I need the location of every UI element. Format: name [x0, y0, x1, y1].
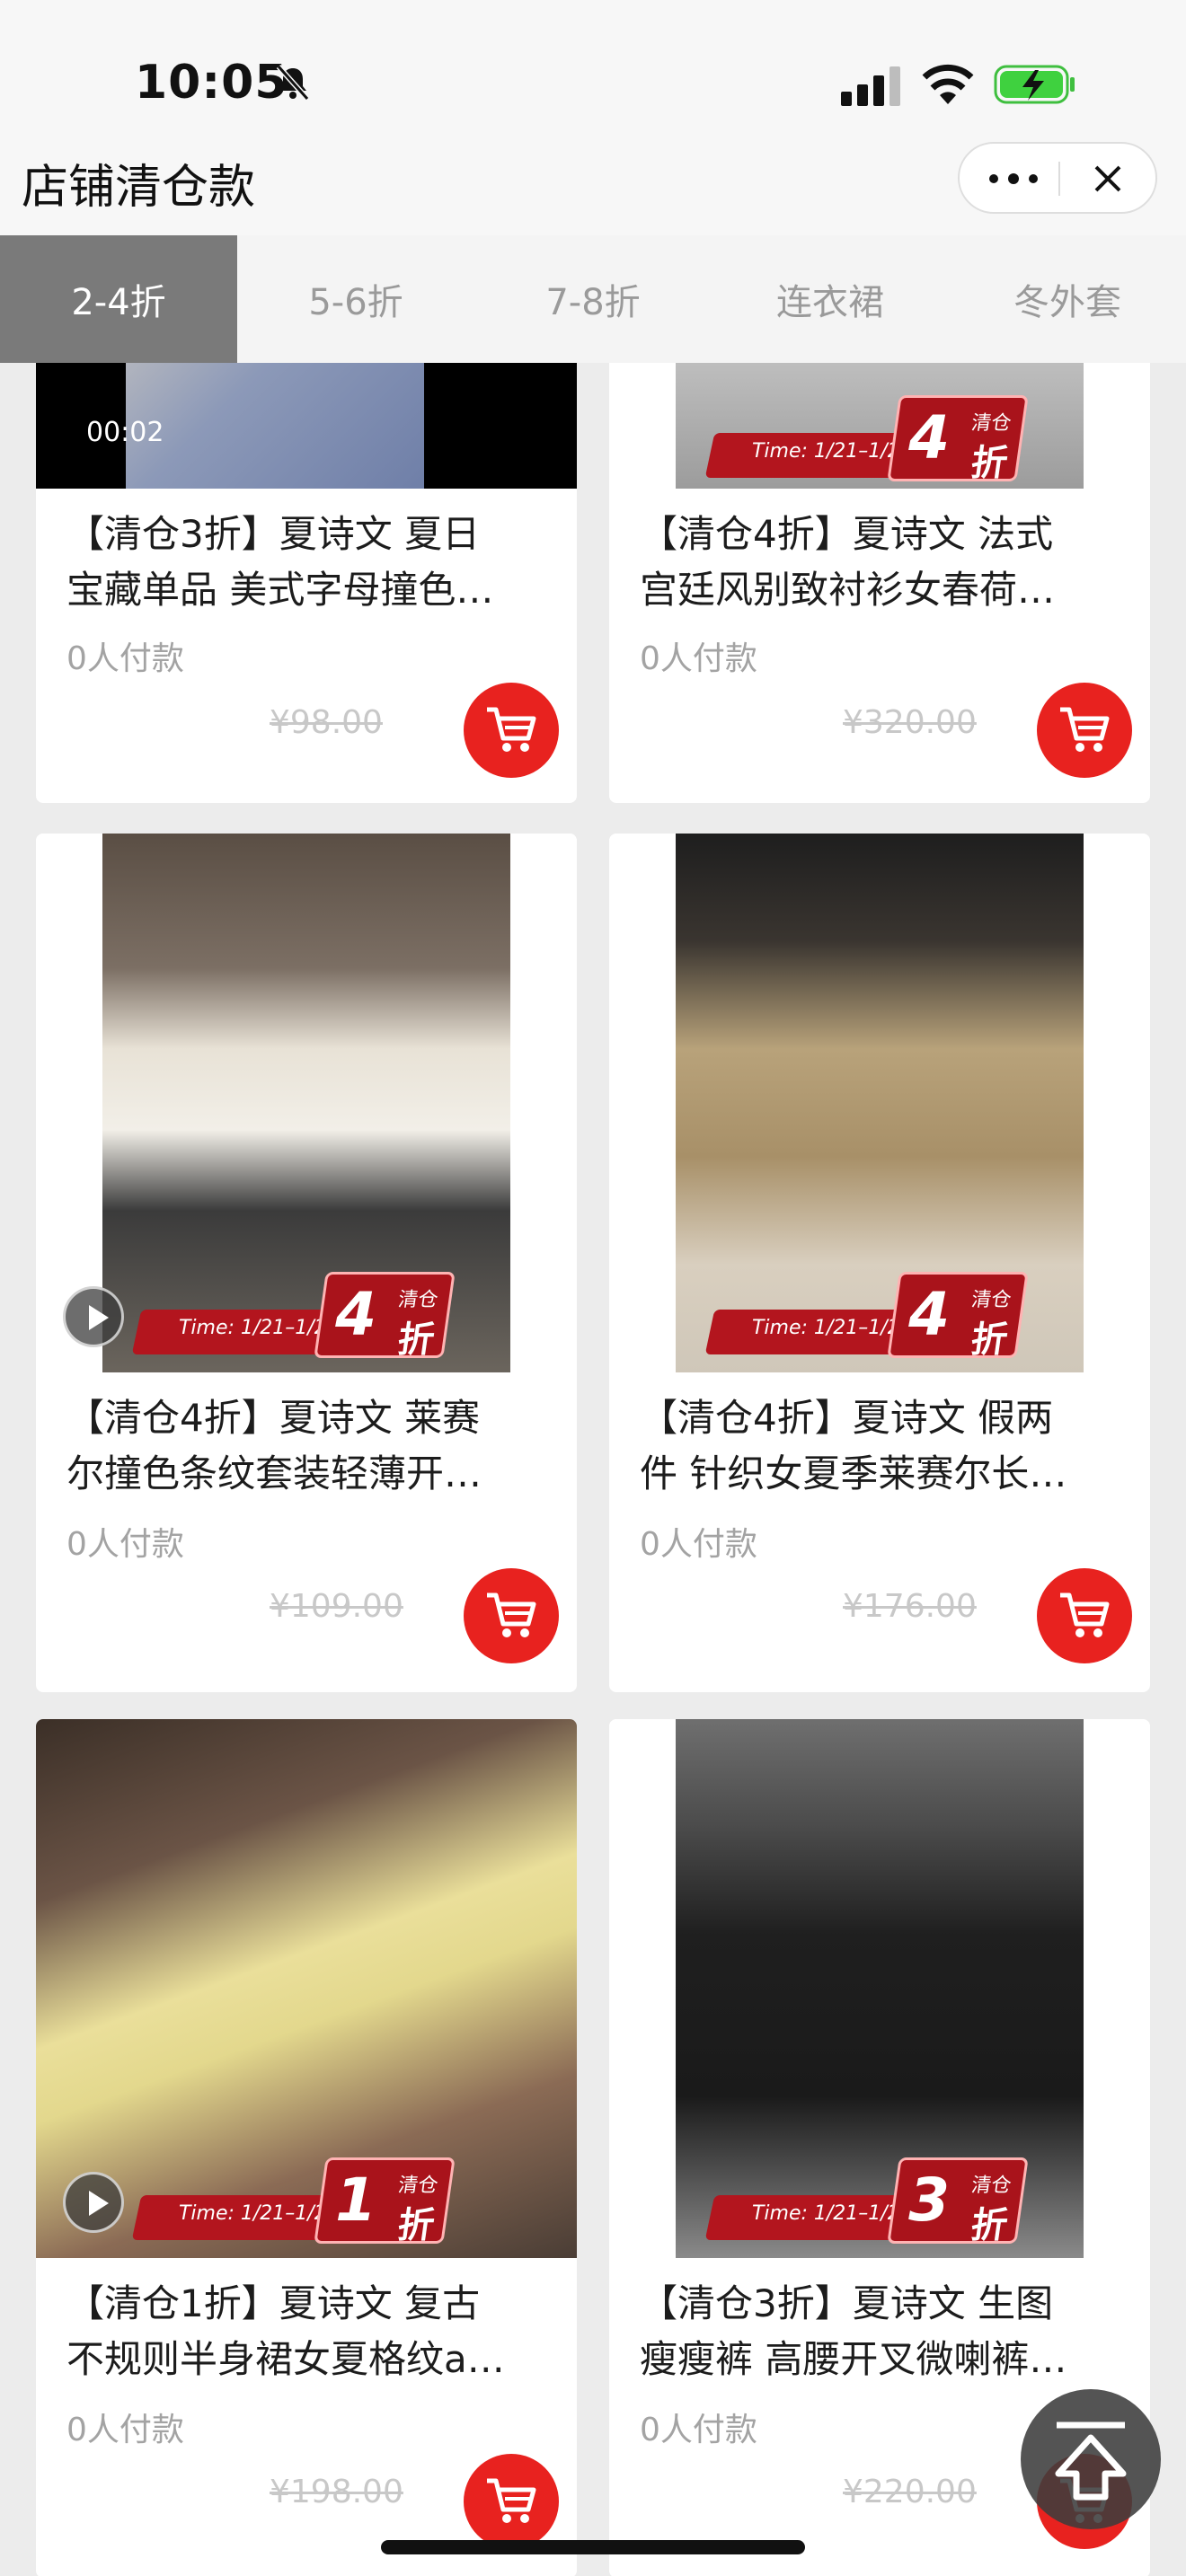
tab-7-8[interactable]: 7-8折: [474, 235, 712, 363]
tab-2-4[interactable]: 2-4折: [0, 235, 237, 363]
product-grid: 00:02 【清仓3折】夏诗文 夏日 宝藏单品 美式字母撞色… 0人付款 ¥98…: [0, 363, 1186, 2576]
status-time: 10:05: [135, 56, 288, 110]
sales-count: 0人付款: [640, 1526, 757, 1563]
original-price: ¥220.00: [843, 2474, 977, 2510]
close-icon[interactable]: [1076, 153, 1139, 205]
product-title: 【清仓1折】夏诗文 复古: [66, 2281, 481, 2325]
product-title: 【清仓4折】夏诗文 法式: [640, 512, 1054, 556]
cart-icon: [1060, 707, 1110, 752]
discount-tabs: 2-4折 5-6折 7-8折 连衣裙 冬外套: [0, 235, 1186, 363]
product-title: 【清仓3折】夏诗文 生图: [640, 2281, 1054, 2325]
product-title: 【清仓3折】夏诗文 夏日: [66, 512, 481, 556]
product-title-line2: 宝藏单品 美式字母撞色…: [66, 568, 494, 612]
discount-badge: Time: 1/21–1/25 4 清仓折: [131, 1272, 476, 1362]
sales-count: 0人付款: [66, 640, 184, 677]
battery-charging-icon: [994, 65, 1075, 104]
cart-icon: [487, 707, 536, 752]
add-to-cart-button[interactable]: [1037, 683, 1132, 778]
original-price: ¥109.00: [270, 1588, 403, 1625]
product-title-line2: 尔撞色条纹套装轻薄开…: [66, 1451, 482, 1495]
bell-muted-icon: [276, 65, 310, 101]
product-video[interactable]: Time: 1/21–1/25 1 清仓折: [36, 1719, 577, 2258]
mini-program-capsule: [958, 142, 1157, 214]
discount-badge: Time: 1/21–1/25 1 清仓折: [131, 2157, 476, 2247]
product-title: 【清仓4折】夏诗文 莱赛: [66, 1396, 481, 1440]
tab-dresses[interactable]: 连衣裙: [712, 235, 949, 363]
add-to-cart-button[interactable]: [464, 1568, 559, 1663]
more-options-icon[interactable]: [978, 156, 1049, 201]
product-title: 【清仓4折】夏诗文 假两: [640, 1396, 1054, 1440]
add-to-cart-button[interactable]: [1037, 1568, 1132, 1663]
product-card[interactable]: Time: 1/21–1/25 4 清仓折 【清仓4折】夏诗文 法式 宫廷风别致衬…: [609, 363, 1150, 803]
product-image[interactable]: Time: 1/21–1/25 3 清仓折: [609, 1719, 1150, 2258]
sales-count: 0人付款: [66, 2412, 184, 2448]
add-to-cart-button[interactable]: [464, 2454, 559, 2549]
status-bar: 10:05: [0, 0, 1186, 135]
page-title: 店铺清仓款: [22, 161, 256, 215]
play-icon[interactable]: [63, 2172, 124, 2233]
capsule-divider: [1058, 162, 1060, 196]
product-title-line2: 宫廷风别致衬衫女春荷…: [640, 568, 1056, 612]
arrow-up-icon: [1055, 2422, 1127, 2501]
cart-icon: [487, 2478, 536, 2523]
sales-count: 0人付款: [66, 1526, 184, 1563]
sales-count: 0人付款: [640, 640, 757, 677]
wifi-icon: [922, 64, 974, 104]
product-image[interactable]: Time: 1/21–1/25 4 清仓折: [609, 834, 1150, 1372]
home-indicator[interactable]: [381, 2540, 805, 2554]
original-price: ¥198.00: [270, 2474, 403, 2510]
discount-badge: Time: 1/21–1/25 4 清仓折: [704, 395, 1049, 485]
video-duration: 00:02: [86, 417, 164, 448]
original-price: ¥98.00: [270, 704, 383, 741]
product-title-line2: 件 针织女夏季莱赛尔长…: [640, 1451, 1067, 1495]
play-icon[interactable]: [63, 1286, 124, 1347]
discount-badge: Time: 1/21–1/25 4 清仓折: [704, 1272, 1049, 1362]
original-price: ¥320.00: [843, 704, 977, 741]
product-title-line2: 不规则半身裙女夏格纹a…: [66, 2337, 505, 2381]
product-card[interactable]: 00:02 【清仓3折】夏诗文 夏日 宝藏单品 美式字母撞色… 0人付款 ¥98…: [36, 363, 577, 803]
add-to-cart-button[interactable]: [464, 683, 559, 778]
product-title-line2: 瘦瘦裤 高腰开叉微喇裤…: [640, 2337, 1067, 2381]
cart-icon: [487, 1592, 536, 1637]
product-video[interactable]: 00:02: [36, 363, 577, 489]
scroll-to-top-button[interactable]: [1021, 2389, 1161, 2529]
original-price: ¥176.00: [843, 1588, 977, 1625]
tab-winter-coats[interactable]: 冬外套: [949, 235, 1186, 363]
sales-count: 0人付款: [640, 2412, 757, 2448]
product-card[interactable]: Time: 1/21–1/25 4 清仓折 【清仓4折】夏诗文 莱赛 尔撞色条纹套…: [36, 834, 577, 1692]
product-card[interactable]: Time: 1/21–1/25 1 清仓折 【清仓1折】夏诗文 复古 不规则半身裙…: [36, 1719, 577, 2576]
tab-5-6[interactable]: 5-6折: [237, 235, 474, 363]
product-image[interactable]: Time: 1/21–1/25 4 清仓折: [609, 363, 1150, 489]
cellular-signal-icon: [841, 66, 900, 106]
discount-badge: Time: 1/21–1/25 3 清仓折: [704, 2157, 1049, 2247]
product-card[interactable]: Time: 1/21–1/25 4 清仓折 【清仓4折】夏诗文 假两 件 针织女夏…: [609, 834, 1150, 1692]
cart-icon: [1060, 1592, 1110, 1637]
product-video[interactable]: Time: 1/21–1/25 4 清仓折: [36, 834, 577, 1372]
